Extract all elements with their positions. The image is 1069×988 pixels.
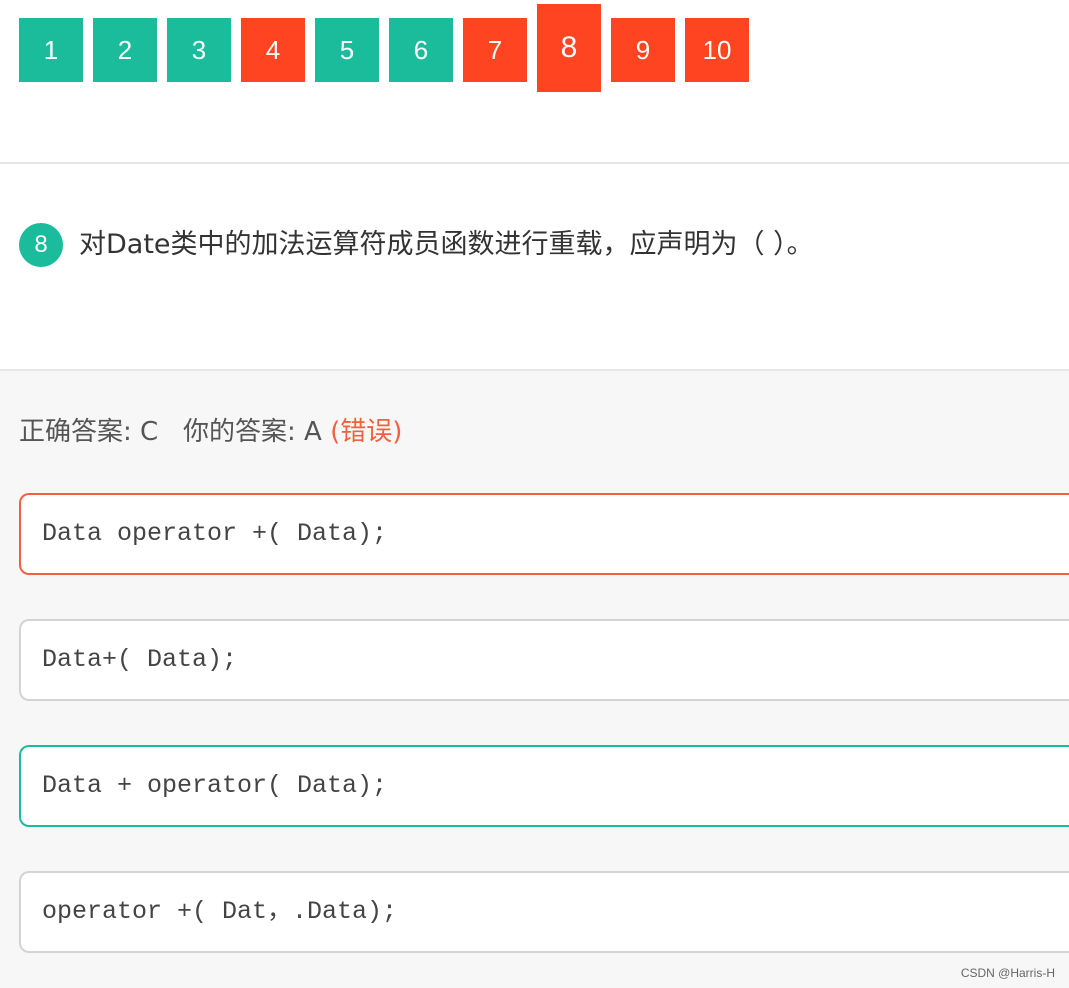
- option-a[interactable]: Data operator +( Data);: [19, 493, 1069, 575]
- question-button-6[interactable]: 6: [389, 18, 453, 82]
- question-text: 对Date类中的加法运算符成员函数进行重载，应声明为（ ）。: [79, 229, 814, 260]
- option-c[interactable]: Data + operator( Data);: [19, 745, 1069, 827]
- option-d[interactable]: operator +( Dat，.Data);: [19, 871, 1069, 953]
- option-b-text: Data+( Data);: [42, 645, 238, 674]
- question-button-7[interactable]: 7: [463, 18, 527, 82]
- question-button-1[interactable]: 1: [19, 18, 83, 82]
- question-button-3[interactable]: 3: [167, 18, 231, 82]
- option-c-text: Data + operator( Data);: [42, 771, 388, 800]
- question-nav: 1 2 3 4 5 6 7 8 9 10: [0, 0, 1069, 162]
- question-section: 8 对Date类中的加法运算符成员函数进行重载，应声明为（ ）。: [0, 164, 1069, 369]
- option-a-text: Data operator +( Data);: [42, 519, 388, 548]
- correct-answer-label: 正确答案: C: [19, 417, 159, 447]
- option-d-text: operator +( Dat，.Data);: [42, 897, 398, 926]
- wrong-verdict: (错误): [330, 417, 403, 447]
- question-button-5[interactable]: 5: [315, 18, 379, 82]
- question-button-8-current[interactable]: 8: [537, 4, 601, 92]
- question-button-9[interactable]: 9: [611, 18, 675, 82]
- question-button-10[interactable]: 10: [685, 18, 749, 82]
- question-number-badge: 8: [19, 223, 63, 267]
- your-answer-label: 你的答案: A: [182, 417, 322, 447]
- question-button-2[interactable]: 2: [93, 18, 157, 82]
- question-button-4[interactable]: 4: [241, 18, 305, 82]
- answer-section: 正确答案: C 你的答案: A (错误) Data operator +( Da…: [0, 371, 1069, 988]
- csdn-watermark: CSDN @Harris-H: [960, 966, 1055, 980]
- option-b[interactable]: Data+( Data);: [19, 619, 1069, 701]
- answer-result: 正确答案: C 你的答案: A (错误): [19, 415, 402, 449]
